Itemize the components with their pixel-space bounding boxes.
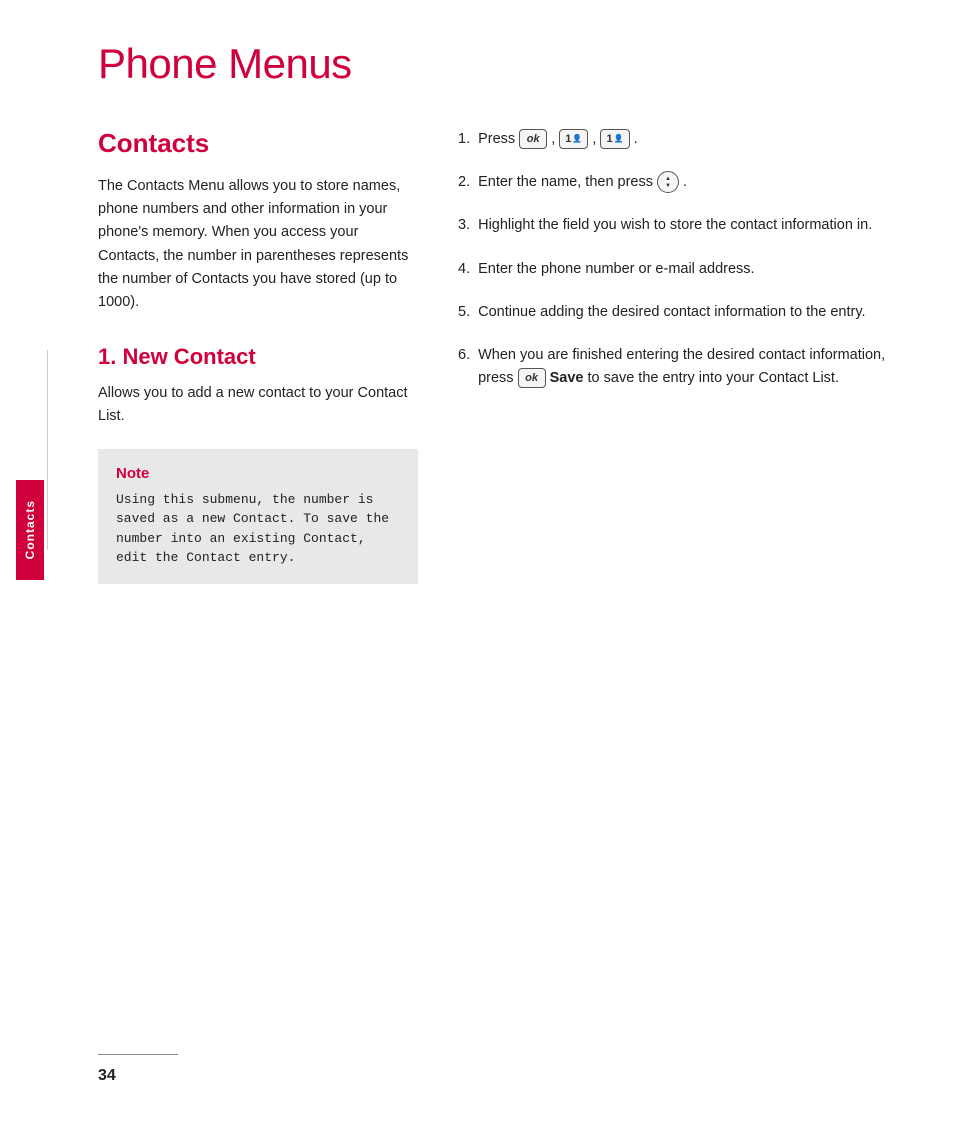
step-6: 6. When you are finished entering the de… bbox=[458, 344, 904, 390]
ok-button-icon: ok bbox=[519, 129, 547, 149]
sidebar-label: Contacts bbox=[23, 500, 37, 559]
step-3: 3. Highlight the field you wish to store… bbox=[458, 214, 904, 237]
step-5: 5. Continue adding the desired contact i… bbox=[458, 301, 904, 324]
key1a-icon: 1👤 bbox=[559, 129, 588, 149]
step-4-content: Enter the phone number or e-mail address… bbox=[478, 258, 904, 281]
footer-area: 34 bbox=[98, 1014, 904, 1085]
note-box: Note Using this submenu, the number is s… bbox=[98, 449, 418, 584]
main-content: Phone Menus Contacts The Contacts Menu a… bbox=[48, 0, 954, 1145]
page-number: 34 bbox=[98, 1067, 116, 1084]
sidebar-text-wrapper: Contacts bbox=[16, 480, 44, 580]
footer-rule bbox=[98, 1054, 178, 1055]
step-2-number: 2. bbox=[458, 171, 470, 194]
note-title: Note bbox=[116, 465, 400, 482]
step-4-number: 4. bbox=[458, 258, 470, 281]
ok-save-icon: ok bbox=[518, 368, 546, 388]
contacts-body: The Contacts Menu allows you to store na… bbox=[98, 175, 418, 314]
step-6-content: When you are finished entering the desir… bbox=[478, 344, 904, 390]
right-column: 1. Press ok , 1👤 , 1👤 . bbox=[458, 128, 904, 1014]
step-4: 4. Enter the phone number or e-mail addr… bbox=[458, 258, 904, 281]
nav-up-down-icon bbox=[657, 171, 679, 193]
step-2: 2. Enter the name, then press . bbox=[458, 171, 904, 194]
page-container: Contacts Phone Menus Contacts The Contac… bbox=[0, 0, 954, 1145]
save-label: Save bbox=[550, 370, 584, 386]
key1b-icon: 1👤 bbox=[600, 129, 629, 149]
step-1-number: 1. bbox=[458, 128, 470, 151]
step-6-number: 6. bbox=[458, 344, 470, 390]
sidebar-tab: Contacts bbox=[12, 480, 48, 580]
step-5-content: Continue adding the desired contact info… bbox=[478, 301, 904, 324]
note-text: Using this submenu, the number is saved … bbox=[116, 490, 400, 568]
left-column: Contacts The Contacts Menu allows you to… bbox=[98, 128, 418, 1014]
page-title: Phone Menus bbox=[98, 40, 904, 88]
new-contact-heading: 1. New Contact bbox=[98, 344, 418, 370]
contacts-heading: Contacts bbox=[98, 128, 418, 159]
step-2-content: Enter the name, then press . bbox=[478, 171, 904, 194]
two-col-layout: Contacts The Contacts Menu allows you to… bbox=[98, 128, 904, 1014]
new-contact-body: Allows you to add a new contact to your … bbox=[98, 382, 418, 428]
step-1-content: Press ok , 1👤 , 1👤 . bbox=[478, 128, 904, 151]
step-3-number: 3. bbox=[458, 214, 470, 237]
step-5-number: 5. bbox=[458, 301, 470, 324]
sidebar: Contacts bbox=[0, 0, 48, 1145]
step-3-content: Highlight the field you wish to store th… bbox=[478, 214, 904, 237]
steps-list: 1. Press ok , 1👤 , 1👤 . bbox=[458, 128, 904, 390]
step-1: 1. Press ok , 1👤 , 1👤 . bbox=[458, 128, 904, 151]
